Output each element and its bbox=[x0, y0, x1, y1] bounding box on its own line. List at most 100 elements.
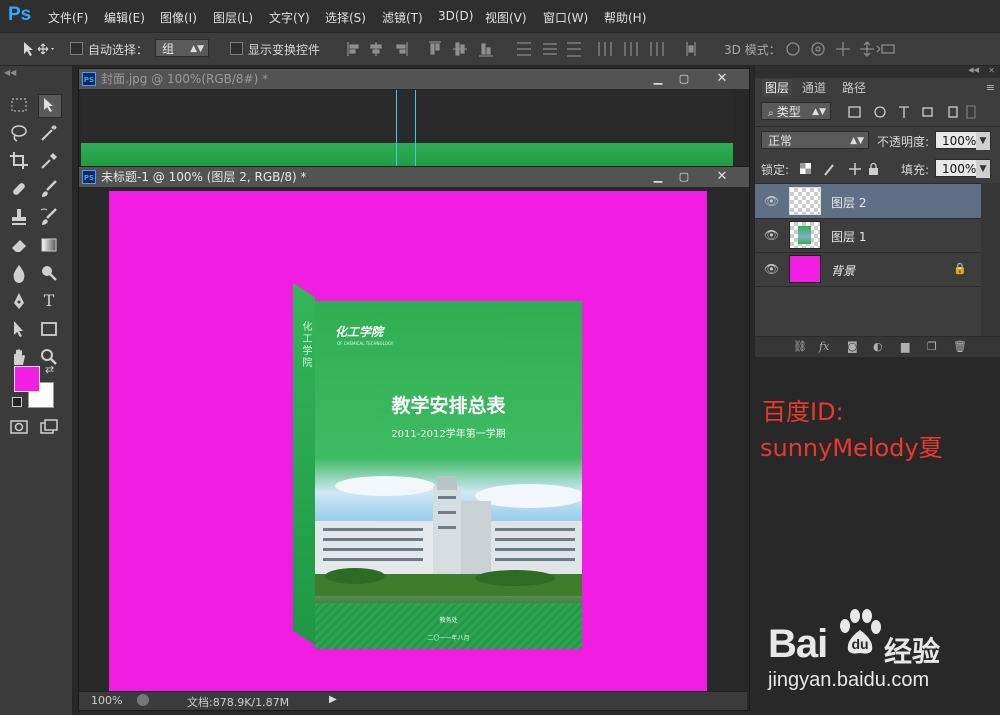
close-button[interactable]: ✕ bbox=[709, 170, 735, 184]
gradient-tool-icon[interactable] bbox=[38, 234, 60, 256]
status-bar: 100% 文档:878.9K/1.87M ▶ bbox=[79, 691, 747, 710]
blur-tool-icon[interactable] bbox=[8, 262, 30, 284]
collapse-toolbox-icon[interactable]: ◀◀ bbox=[4, 68, 16, 77]
auto-select-checkbox[interactable] bbox=[70, 42, 83, 55]
delete-layer-icon[interactable]: 🗑 bbox=[953, 340, 967, 353]
dropdown-arrow-icon: ▼ bbox=[976, 160, 990, 178]
layer-row-2[interactable]: 👁 图层 2 bbox=[755, 184, 981, 219]
baidu-du-text: du bbox=[851, 636, 868, 652]
rectangle-tool-icon[interactable] bbox=[38, 318, 60, 340]
eyedropper-icon[interactable] bbox=[38, 150, 60, 172]
blend-mode-dropdown[interactable]: 正常 ▲▼ bbox=[761, 131, 869, 149]
pen-tool-icon[interactable] bbox=[8, 290, 30, 312]
move-tool-active-icon[interactable] bbox=[38, 94, 62, 118]
author-id-value: sunnyMelody夏 bbox=[760, 434, 943, 462]
type-tool-icon[interactable]: T bbox=[38, 290, 60, 312]
new-group-icon[interactable]: ▆ bbox=[901, 340, 909, 353]
fx-icon[interactable]: fx bbox=[819, 340, 829, 353]
layer-lock-icon: 🔒 bbox=[953, 262, 967, 275]
magic-wand-icon[interactable] bbox=[38, 122, 60, 144]
book-front-cover: 化工学院 OF CHEMICAL TECHNOLOGY 教学安排总表 2011-… bbox=[315, 301, 582, 649]
show-transform-checkbox[interactable] bbox=[230, 42, 243, 55]
zoom-level[interactable]: 100% bbox=[91, 694, 122, 707]
path-selection-icon[interactable] bbox=[8, 318, 30, 340]
visibility-eye-icon[interactable]: 👁 bbox=[764, 228, 779, 242]
menu-image[interactable]: 图像(I) bbox=[160, 9, 197, 26]
tab-layers[interactable]: 图层 bbox=[762, 79, 793, 97]
eraser-tool-icon[interactable] bbox=[8, 234, 30, 256]
quick-mask-icon[interactable] bbox=[8, 416, 30, 438]
dodge-tool-icon[interactable] bbox=[38, 262, 60, 284]
layer-filter-dropdown[interactable]: ⌕ 类型 ▲▼ bbox=[761, 102, 831, 120]
minimize-button[interactable]: ▁ bbox=[645, 170, 671, 184]
document-title-bar[interactable]: PS 未标题-1 @ 100% (图层 2, RGB/8) * ▁ ▢ ✕ bbox=[79, 167, 749, 187]
menu-layer[interactable]: 图层(L) bbox=[213, 9, 253, 26]
clone-stamp-icon[interactable] bbox=[8, 206, 30, 228]
adjustment-layer-icon[interactable]: ◐ bbox=[873, 340, 883, 353]
history-brush-icon[interactable] bbox=[38, 206, 60, 228]
lock-icons[interactable] bbox=[799, 161, 881, 177]
guide-line bbox=[396, 90, 397, 169]
move-tool-icon[interactable] bbox=[22, 41, 56, 57]
hand-tool-icon[interactable] bbox=[8, 346, 30, 368]
cover-school-subtitle: OF CHEMICAL TECHNOLOGY bbox=[337, 341, 394, 346]
divider bbox=[755, 126, 1000, 127]
visibility-eye-icon[interactable]: 👁 bbox=[764, 262, 779, 276]
tab-paths[interactable]: 路径 bbox=[842, 79, 866, 97]
layer-filter-value: 类型 bbox=[776, 105, 801, 119]
lasso-tool-icon[interactable] bbox=[8, 122, 30, 144]
layer-row-1[interactable]: 👁 图层 1 bbox=[755, 218, 981, 253]
document-size-info: 文档:878.9K/1.87M bbox=[187, 696, 290, 709]
cover-title: 教学安排总表 bbox=[391, 395, 506, 417]
menu-edit[interactable]: 编辑(E) bbox=[104, 9, 145, 26]
collapse-panel-icon[interactable]: ◀◀ bbox=[968, 66, 979, 74]
foreground-color-swatch[interactable] bbox=[14, 366, 40, 392]
cover-school-logo: 化工学院 bbox=[335, 325, 384, 339]
marquee-tool-icon[interactable] bbox=[8, 94, 30, 116]
guide-line bbox=[415, 90, 416, 169]
minimize-button[interactable]: ▁ bbox=[645, 72, 671, 86]
tab-channels[interactable]: 通道 bbox=[802, 79, 826, 97]
brush-tool-icon[interactable] bbox=[38, 178, 60, 200]
layer-name: 背景 bbox=[831, 264, 856, 278]
maximize-button[interactable]: ▢ bbox=[671, 72, 697, 86]
close-button[interactable]: ✕ bbox=[709, 72, 735, 86]
layer-row-background[interactable]: 👁 背景 🔒 bbox=[755, 252, 981, 287]
screen-mode-icon[interactable] bbox=[38, 416, 60, 438]
healing-brush-icon[interactable] bbox=[8, 178, 30, 200]
document-title-bar[interactable]: PS 封面.jpg @ 100%(RGB/8#) * ▁ ▢ ✕ bbox=[79, 69, 749, 89]
dropdown-arrow-icon: ▲▼ bbox=[850, 136, 864, 146]
link-layers-icon[interactable]: ⛓ bbox=[793, 340, 807, 353]
new-layer-icon[interactable]: ❐ bbox=[927, 340, 937, 353]
opacity-field[interactable]: 100% ▼ bbox=[935, 131, 991, 150]
swap-colors-icon[interactable]: ⇄ bbox=[45, 363, 54, 376]
menu-select[interactable]: 选择(S) bbox=[325, 9, 366, 26]
menu-filter[interactable]: 滤镜(T) bbox=[382, 9, 423, 26]
status-info-icon[interactable] bbox=[137, 694, 149, 706]
fill-field[interactable]: 100% ▼ bbox=[935, 159, 991, 178]
close-panel-icon[interactable]: ✕ bbox=[988, 66, 995, 75]
layer-filter-icons[interactable] bbox=[847, 104, 977, 120]
panel-menu-icon[interactable]: ≡ bbox=[986, 81, 995, 94]
auto-select-dropdown[interactable]: 组 ▲▼ bbox=[155, 39, 209, 57]
document-window-untitled: PS 未标题-1 @ 100% (图层 2, RGB/8) * ▁ ▢ ✕ 化工… bbox=[78, 166, 750, 711]
menu-view[interactable]: 视图(V) bbox=[485, 9, 527, 26]
menu-help[interactable]: 帮助(H) bbox=[604, 9, 646, 26]
align-distribute-icons[interactable] bbox=[345, 40, 715, 58]
3d-mode-icons[interactable] bbox=[784, 40, 900, 58]
magenta-canvas[interactable]: 化工学院 化工学院 OF CHEMICAL TECHNOLOGY 教学安排总表 … bbox=[109, 191, 707, 691]
crop-tool-icon[interactable] bbox=[8, 150, 30, 172]
options-bar: 自动选择： 组 ▲▼ 显示变换控件 3D 模式： bbox=[0, 32, 1000, 66]
add-mask-icon[interactable]: ◙ bbox=[847, 340, 858, 353]
filter-search-icon: ⌕ bbox=[768, 108, 777, 119]
menu-file[interactable]: 文件(F) bbox=[48, 9, 88, 26]
maximize-button[interactable]: ▢ bbox=[671, 170, 697, 184]
menu-window[interactable]: 窗口(W) bbox=[543, 9, 588, 26]
default-colors-icon[interactable] bbox=[12, 397, 22, 407]
status-menu-arrow-icon[interactable]: ▶ bbox=[329, 694, 337, 705]
visibility-eye-icon[interactable]: 👁 bbox=[764, 194, 779, 208]
layer-scrollbar[interactable] bbox=[981, 183, 1000, 338]
layer-thumbnail bbox=[789, 187, 821, 215]
menu-type[interactable]: 文字(Y) bbox=[269, 9, 310, 26]
menu-3d[interactable]: 3D(D) bbox=[438, 9, 473, 23]
